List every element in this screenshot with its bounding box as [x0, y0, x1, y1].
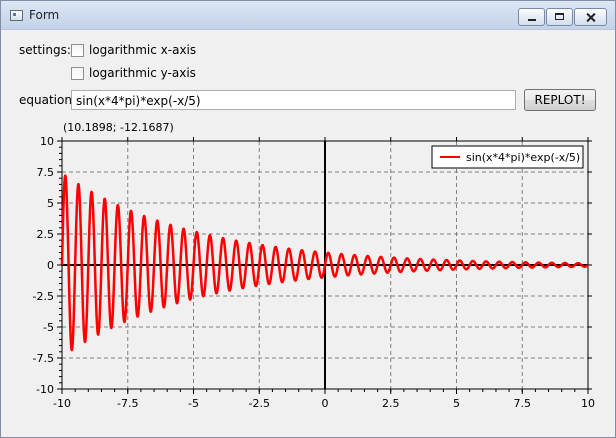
y-tick-label: 0	[47, 259, 54, 272]
x-tick-label: -5	[188, 397, 199, 410]
y-tick-label: 2.5	[37, 228, 55, 241]
y-tick-label: 10	[40, 135, 54, 148]
y-tick-label: -5	[43, 321, 54, 334]
x-tick-label: -2.5	[249, 397, 270, 410]
x-tick-label: -7.5	[117, 397, 138, 410]
x-tick-label: 0	[322, 397, 329, 410]
x-tick-label: 7.5	[514, 397, 532, 410]
y-tick-label: 5	[47, 197, 54, 210]
y-tick-label: -7.5	[33, 352, 54, 365]
x-tick-label: 10	[581, 397, 595, 410]
plot-canvas[interactable]: -10 -7.5 -5 -2.5 0 2.5 5 7.5 10 10 7.5 5 2.5 0 -2.5 -5…	[1, 1, 615, 437]
y-tick-label: -10	[36, 383, 54, 396]
legend-label: sin(x*4*pi)*exp(-x/5)	[466, 151, 580, 164]
legend: sin(x*4*pi)*exp(-x/5)	[431, 145, 584, 169]
form-window: Form settings: logarithmic x-axis logari…	[0, 0, 616, 438]
x-tick-label: 2.5	[382, 397, 400, 410]
y-tick-label: -2.5	[33, 290, 54, 303]
x-tick-label: 5	[453, 397, 460, 410]
x-tick-label: -10	[53, 397, 71, 410]
y-tick-label: 7.5	[37, 166, 55, 179]
